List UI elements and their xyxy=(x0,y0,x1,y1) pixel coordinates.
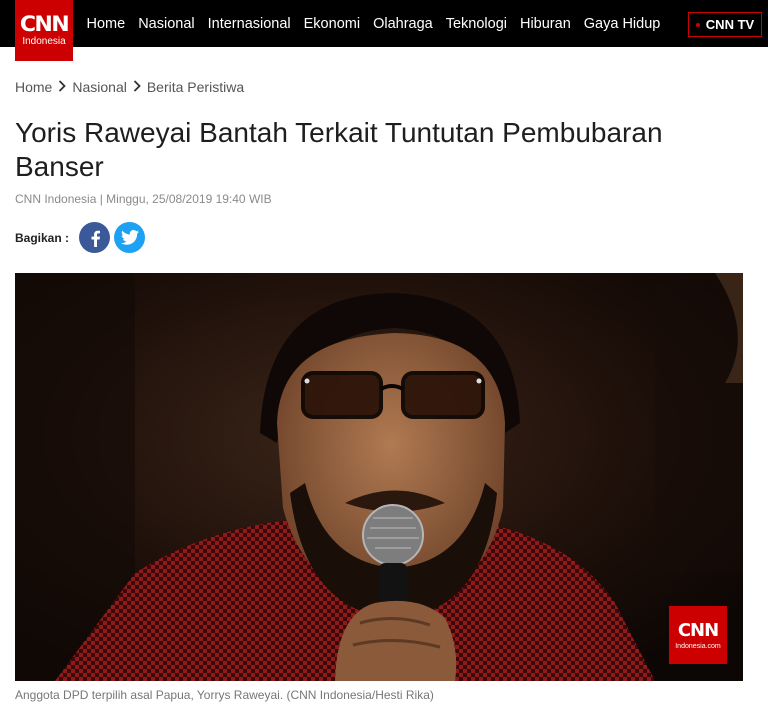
share-label: Bagikan : xyxy=(15,230,70,245)
nav-item-home[interactable]: Home xyxy=(80,16,132,32)
article-photo-image xyxy=(15,273,743,681)
breadcrumb-berita-peristiwa[interactable]: Berita Peristiwa xyxy=(147,79,244,95)
logo-sub-text: Indonesia xyxy=(22,36,66,47)
twitter-share-button[interactable] xyxy=(114,222,146,253)
photo-watermark-logo: CNN Indonesia.com xyxy=(669,606,727,664)
breadcrumb: Home Nasional Berita Peristiwa xyxy=(15,79,244,95)
cnn-tv-button[interactable]: CNN TV xyxy=(688,12,762,37)
nav-item-olahraga[interactable]: Olahraga xyxy=(367,16,440,32)
share-bar: Bagikan : xyxy=(15,222,149,253)
twitter-icon xyxy=(120,230,139,245)
facebook-icon xyxy=(91,230,100,247)
article-photo: CNN Indonesia.com xyxy=(15,273,743,681)
breadcrumb-nasional[interactable]: Nasional xyxy=(72,79,126,95)
facebook-share-button[interactable] xyxy=(79,222,111,253)
nav-item-gaya-hidup[interactable]: Gaya Hidup xyxy=(577,16,667,32)
cnn-indonesia-logo[interactable]: CNN Indonesia xyxy=(15,0,73,61)
nav-item-hiburan[interactable]: Hiburan xyxy=(513,16,577,32)
nav-item-teknologi[interactable]: Teknologi xyxy=(439,16,513,32)
chevron-right-icon xyxy=(58,79,67,95)
logo-main-text: CNN xyxy=(19,12,70,36)
article-title: Yoris Raweyai Bantah Terkait Tuntutan Pe… xyxy=(15,117,663,182)
watermark-sub-text: Indonesia.com xyxy=(675,643,721,650)
cnn-tv-label: CNN TV xyxy=(705,17,755,32)
nav-item-internasional[interactable]: Internasional xyxy=(201,16,297,32)
live-dot-icon xyxy=(695,22,700,27)
photo-caption: Anggota DPD terpilih asal Papua, Yorrys … xyxy=(15,688,434,702)
breadcrumb-home[interactable]: Home xyxy=(15,79,52,95)
watermark-main-text: CNN xyxy=(677,620,719,641)
top-navigation-bar: Home Nasional Internasional Ekonomi Olah… xyxy=(0,0,768,47)
article-meta: CNN Indonesia | Minggu, 25/08/2019 19:40… xyxy=(15,192,272,206)
nav-item-ekonomi[interactable]: Ekonomi xyxy=(297,16,366,32)
nav-item-nasional[interactable]: Nasional xyxy=(132,16,201,32)
chevron-right-icon xyxy=(133,79,141,95)
main-nav: Home Nasional Internasional Ekonomi Olah… xyxy=(80,0,667,47)
